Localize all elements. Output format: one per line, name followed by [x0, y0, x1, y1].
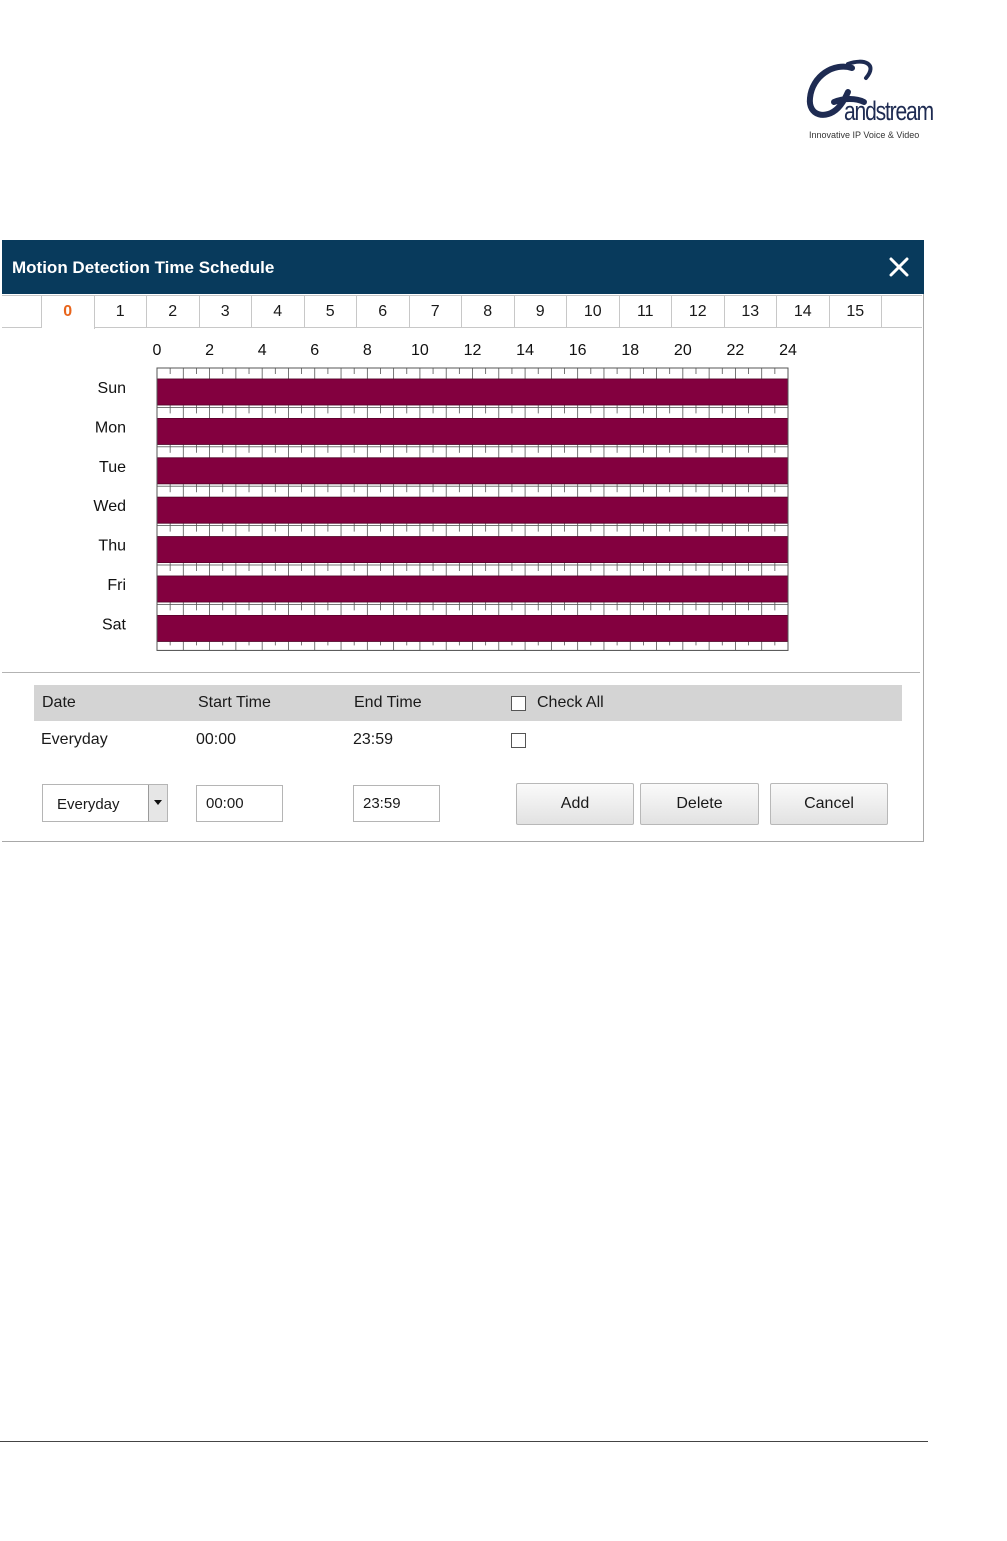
- chevron-down-icon: [154, 800, 162, 805]
- tab-15[interactable]: 15: [830, 296, 882, 327]
- hour-tick-label: 10: [411, 342, 429, 359]
- tab-spacer: [2, 296, 42, 327]
- schedule-tabs: 0 1 2 3 4 5 6 7 8 9 10 11 12 13 14 15: [2, 295, 922, 329]
- weekly-schedule-chart[interactable]: 0 2 4 6 8 10 12 14 16 18 20 22 24SunMonTueWedThuFriS…: [2, 335, 922, 655]
- tab-14[interactable]: 14: [777, 296, 830, 327]
- hour-tick-label: 14: [516, 342, 534, 359]
- logo-wordmark: andstream: [844, 96, 934, 126]
- date-select[interactable]: Everyday: [42, 784, 168, 822]
- check-all-label: Check All: [537, 694, 604, 711]
- tab-5[interactable]: 5: [305, 296, 357, 327]
- tab-2[interactable]: 2: [147, 296, 200, 327]
- section-divider: [2, 672, 920, 673]
- schedule-bar-tue[interactable]: [156, 457, 789, 485]
- tab-12[interactable]: 12: [672, 296, 725, 327]
- tab-11[interactable]: 11: [620, 296, 672, 327]
- hour-tick-label: 24: [779, 342, 797, 359]
- day-label: Mon: [95, 419, 126, 436]
- tab-9[interactable]: 9: [515, 296, 567, 327]
- row-date: Everyday: [41, 731, 108, 748]
- hour-tick-label: 20: [674, 342, 692, 359]
- header-date: Date: [42, 694, 76, 711]
- header-end-time: End Time: [354, 694, 422, 711]
- hour-tick-label: 0: [153, 342, 162, 359]
- hour-tick-label: 16: [569, 342, 587, 359]
- schedule-table-header: Date Start Time End Time Check All: [34, 685, 902, 721]
- hour-tick-label: 8: [363, 342, 372, 359]
- row-start-time: 00:00: [196, 731, 237, 748]
- schedule-bar-sat[interactable]: [156, 614, 789, 642]
- end-time-input[interactable]: [353, 785, 440, 822]
- day-label: Fri: [107, 577, 126, 594]
- cancel-button[interactable]: Cancel: [770, 783, 888, 825]
- tab-3[interactable]: 3: [200, 296, 252, 327]
- tab-10[interactable]: 10: [567, 296, 620, 327]
- hour-tick-label: 6: [310, 342, 319, 359]
- schedule-bar-wed[interactable]: [156, 496, 789, 524]
- grandstream-logo: andstream Innovative IP Voice & Video: [804, 58, 934, 150]
- tab-13[interactable]: 13: [725, 296, 777, 327]
- close-icon[interactable]: [888, 256, 910, 278]
- day-label: Wed: [93, 498, 126, 515]
- tab-6[interactable]: 6: [357, 296, 410, 327]
- schedule-bar-sun[interactable]: [156, 378, 789, 406]
- tab-8[interactable]: 8: [462, 296, 515, 327]
- hour-tick-label: 18: [621, 342, 639, 359]
- schedule-bar-thu[interactable]: [156, 536, 789, 564]
- tab-4[interactable]: 4: [252, 296, 305, 327]
- tab-7[interactable]: 7: [410, 296, 462, 327]
- add-button[interactable]: Add: [516, 783, 634, 825]
- row-checkbox[interactable]: [511, 733, 526, 748]
- schedule-bar-mon[interactable]: [156, 418, 789, 445]
- schedule-bar-fri[interactable]: [156, 575, 789, 603]
- date-select-value: Everyday: [57, 796, 120, 813]
- tab-spacer-end: [882, 296, 922, 327]
- dialog-title: Motion Detection Time Schedule: [12, 258, 275, 277]
- hour-tick-label: 22: [727, 342, 745, 359]
- page-footer-line: [0, 1441, 928, 1442]
- tab-0[interactable]: 0: [42, 296, 95, 329]
- day-label: Tue: [99, 459, 126, 476]
- day-label: Sun: [98, 380, 126, 397]
- dropdown-arrow-icon[interactable]: [148, 785, 167, 821]
- logo-tagline: Innovative IP Voice & Video: [809, 130, 920, 140]
- hour-tick-label: 4: [258, 342, 267, 359]
- day-label: Thu: [98, 538, 126, 555]
- dialog-title-bar: Motion Detection Time Schedule: [2, 240, 924, 294]
- delete-button[interactable]: Delete: [640, 783, 759, 825]
- check-all-checkbox[interactable]: [511, 696, 526, 711]
- hour-tick-label: 2: [205, 342, 214, 359]
- hour-tick-label: 12: [464, 342, 482, 359]
- day-label: Sat: [102, 616, 127, 633]
- row-end-time: 23:59: [353, 731, 394, 748]
- time-schedule-dialog: Motion Detection Time Schedule 012345678…: [2, 240, 924, 842]
- tab-1[interactable]: 1: [95, 296, 147, 327]
- start-time-input[interactable]: [196, 785, 283, 822]
- header-start-time: Start Time: [198, 694, 271, 711]
